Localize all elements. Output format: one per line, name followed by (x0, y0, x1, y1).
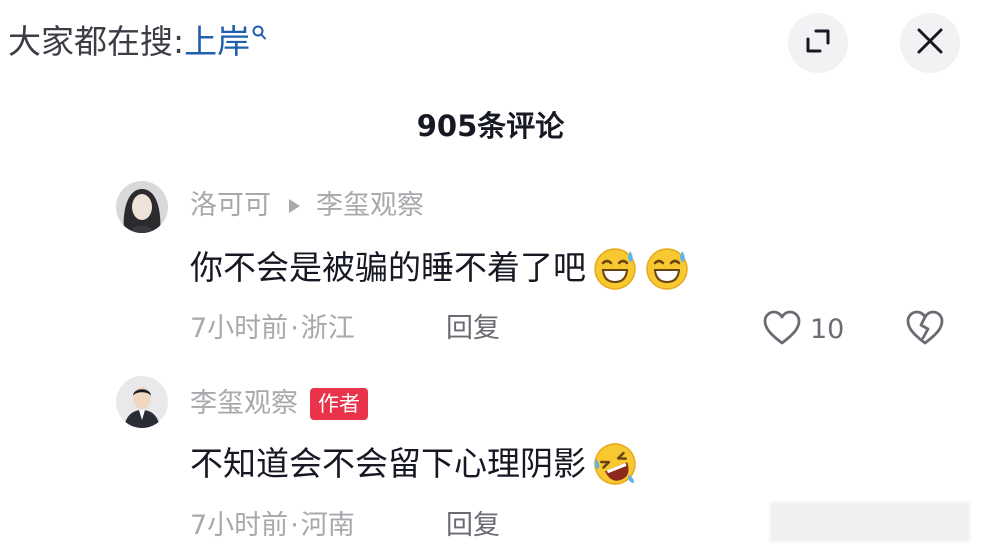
comment-meta: 7小时前·河南 (190, 506, 355, 546)
laughing-sweat-emoji (644, 245, 690, 291)
search-icon (252, 24, 267, 44)
close-icon (916, 27, 944, 59)
like-count: 10 (810, 314, 845, 345)
author-badge: 作者 (310, 388, 368, 420)
reply-arrow-icon (289, 199, 300, 213)
comment-location: 浙江 (300, 313, 355, 344)
comment-text: 不知道会不会留下心理阴影 (190, 440, 638, 488)
comment-body: 不知道会不会留下心理阴影 (190, 444, 586, 483)
username[interactable]: 李玺观察 (190, 384, 298, 424)
comment-meta: 7小时前·浙江 (190, 309, 355, 349)
comment-time: 7小时前 (190, 313, 289, 344)
avatar[interactable] (116, 376, 168, 428)
like-button[interactable]: 10 (762, 309, 844, 351)
laughing-sweat-emoji (592, 245, 638, 291)
expand-button[interactable] (788, 13, 848, 73)
comment-header: 李玺观察 作者 (190, 384, 368, 424)
trending-search-hint[interactable]: 大家都在搜:上岸 (8, 18, 267, 66)
username[interactable]: 洛可可 (190, 186, 271, 226)
comment-body: 你不会是被骗的睡不着了吧 (190, 248, 586, 287)
comments-count-title: 905条评论 (416, 109, 565, 143)
search-hint-prefix: 大家都在搜: (8, 22, 185, 61)
avatar[interactable] (116, 181, 168, 233)
broken-heart-icon (905, 310, 945, 351)
meta-separator: · (290, 313, 299, 344)
blurred-watermark (770, 502, 970, 542)
reply-button[interactable]: 回复 (446, 309, 500, 349)
expand-icon (803, 26, 833, 60)
top-bar: 大家都在搜:上岸 (0, 0, 981, 90)
dislike-button[interactable] (905, 309, 945, 351)
search-hint-term[interactable]: 上岸 (184, 22, 250, 61)
comment-text: 你不会是被骗的睡不着了吧 (190, 244, 690, 292)
comment-header: 洛可可 李玺观察 (190, 186, 424, 226)
reply-button[interactable]: 回复 (446, 506, 500, 546)
close-button[interactable] (900, 13, 960, 73)
rolling-laughing-emoji (592, 441, 638, 487)
comment-item: 洛可可 李玺观察 你不会是被骗的睡不着了吧 7小时前·浙江 回复 10 (0, 176, 981, 346)
meta-separator: · (290, 510, 299, 541)
comment-time: 7小时前 (190, 510, 289, 541)
heart-icon (762, 309, 802, 351)
reply-to-username[interactable]: 李玺观察 (316, 186, 424, 226)
comment-location: 河南 (300, 510, 355, 541)
